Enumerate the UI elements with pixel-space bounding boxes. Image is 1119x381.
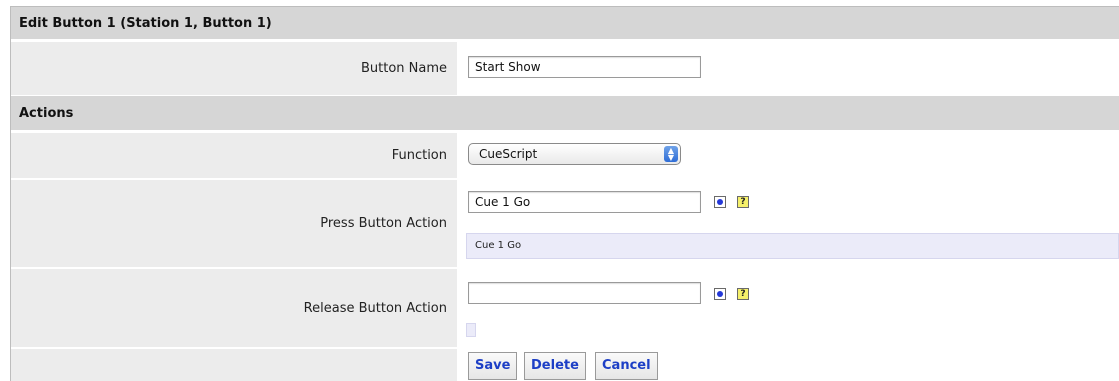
function-select[interactable]: CueScript ▲ ▼: [468, 143, 681, 165]
button-name-value-cell: Start Show: [460, 42, 1119, 95]
form-buttons-row: Save Delete Cancel: [11, 349, 1119, 381]
release-action-input[interactable]: [468, 282, 701, 304]
function-selected-value: CueScript: [479, 147, 538, 161]
release-action-label-cell: Release Button Action: [11, 269, 457, 347]
delete-button[interactable]: Delete: [524, 352, 586, 380]
press-action-row: Press Button Action Cue 1 Go ? Cue 1 Go: [11, 180, 1119, 267]
release-action-label: Release Button Action: [303, 300, 447, 316]
function-value-cell: CueScript ▲ ▼: [460, 133, 1119, 178]
button-name-label: Button Name: [360, 61, 447, 76]
help-icon[interactable]: ?: [737, 288, 749, 300]
press-action-label-cell: Press Button Action: [11, 180, 457, 267]
edit-section-title: Edit Button 1 (Station 1, Button 1): [19, 15, 272, 31]
release-action-value-cell: ?: [460, 269, 1119, 347]
release-action-preview: [466, 323, 476, 337]
actions-section-title: Actions: [19, 105, 74, 121]
press-action-label: Press Button Action: [320, 216, 447, 231]
button-name-row: Button Name Start Show: [11, 42, 1119, 95]
help-icon[interactable]: ?: [737, 196, 749, 208]
actions-section-header: Actions: [11, 96, 1119, 130]
save-button[interactable]: Save: [468, 352, 518, 380]
function-row: Function CueScript ▲ ▼: [11, 133, 1119, 178]
cancel-button[interactable]: Cancel: [595, 352, 658, 380]
press-action-preview: Cue 1 Go: [466, 233, 1119, 259]
press-action-value-cell: Cue 1 Go ? Cue 1 Go: [460, 180, 1119, 267]
button-name-label-cell: Button Name: [11, 42, 457, 95]
select-arrows-icon: ▲ ▼: [664, 146, 678, 162]
edit-button-panel: Edit Button 1 (Station 1, Button 1) Butt…: [0, 0, 1119, 381]
cue-picker-icon[interactable]: [714, 288, 726, 300]
buttons-label-cell: [11, 349, 457, 381]
buttons-value-cell: Save Delete Cancel: [460, 349, 1119, 381]
cue-picker-icon[interactable]: [714, 196, 726, 208]
function-label: Function: [391, 148, 447, 163]
press-action-input[interactable]: Cue 1 Go: [468, 191, 701, 213]
edit-section-header: Edit Button 1 (Station 1, Button 1): [11, 7, 1119, 39]
function-label-cell: Function: [11, 133, 457, 178]
release-action-row: Release Button Action ?: [11, 269, 1119, 347]
button-name-input[interactable]: Start Show: [468, 56, 701, 78]
